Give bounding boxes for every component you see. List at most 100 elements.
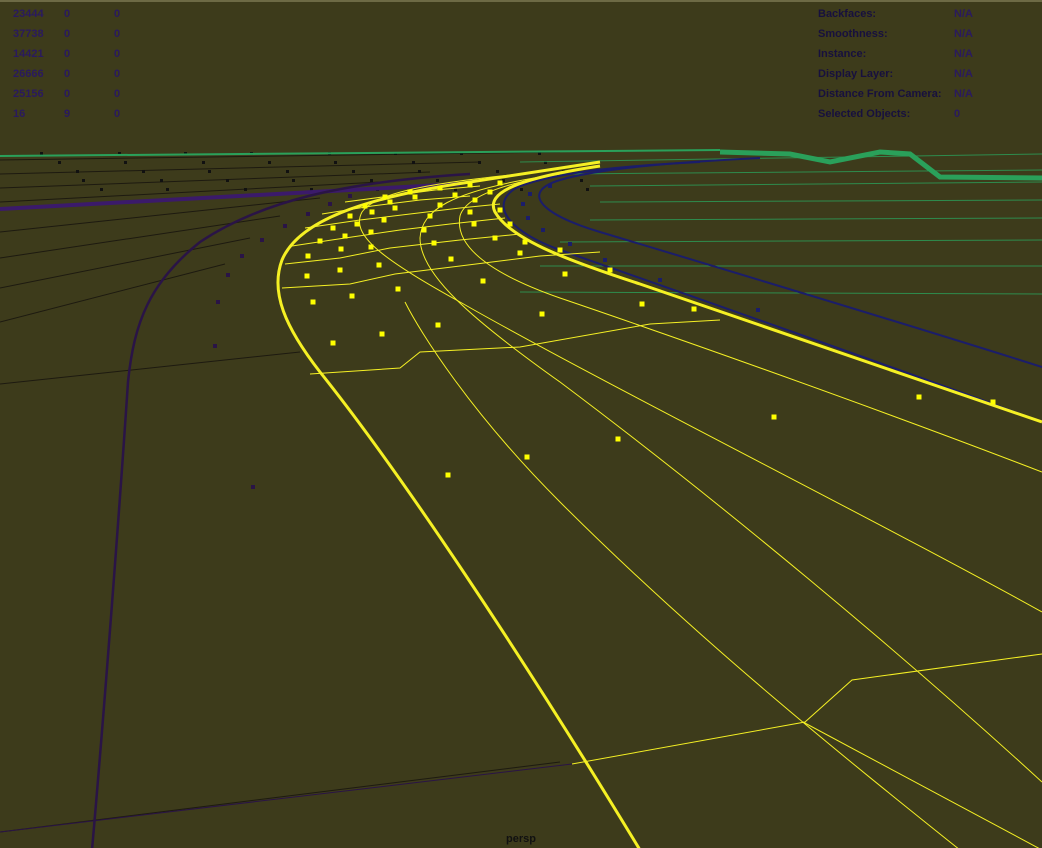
grid-dot: [202, 161, 205, 164]
stats-cell: 0: [114, 48, 121, 60]
info-row: Smoothness: N/A: [818, 24, 1014, 44]
info-label: Selected Objects:: [818, 108, 911, 120]
grid-dot: [82, 179, 85, 182]
selected-vertex: [412, 194, 418, 200]
grid-dot: [334, 161, 337, 164]
inner-vertex: [528, 192, 532, 196]
selected-vertex: [990, 399, 996, 405]
stats-cell: 23444: [13, 8, 44, 20]
info-value: N/A: [954, 8, 973, 20]
stats-cell: 0: [114, 68, 121, 80]
selected-vertex: [376, 262, 382, 268]
grid-line: [0, 761, 561, 833]
stats-cell: 0: [64, 88, 71, 100]
stats-cell: 0: [64, 8, 71, 20]
grid-dot: [418, 170, 421, 173]
green-mesh-line: [589, 181, 1042, 187]
info-value: N/A: [954, 28, 973, 40]
selected-vertex: [487, 189, 493, 195]
outer-vertex: [251, 485, 255, 489]
inner-track-curves[interactable]: [502, 157, 1042, 423]
ground-edge-line: [0, 763, 573, 833]
grid-dot: [478, 161, 481, 164]
selected-vertex: [916, 394, 922, 400]
inner-vertex: [568, 242, 572, 246]
stats-row: 23444 0 0: [13, 4, 144, 24]
selected-vertex: [497, 207, 503, 213]
info-value: N/A: [954, 88, 973, 100]
stats-cell: 16: [13, 108, 26, 120]
outer-vertex: [213, 344, 217, 348]
selected-vertex: [471, 221, 477, 227]
green-mesh-line: [519, 291, 1042, 295]
selected-vertex: [431, 240, 437, 246]
inner-vertex: [603, 258, 607, 262]
stats-cell: 9: [64, 108, 71, 120]
selected-vertex: [771, 414, 777, 420]
stats-row: 16 9 0: [13, 104, 144, 124]
selected-road-mesh[interactable]: [0, 160, 1042, 848]
selected-vertex: [337, 267, 343, 273]
selected-vertex: [691, 306, 697, 312]
selected-vertex: [437, 185, 443, 191]
perspective-viewport[interactable]: 23444 0 0 37738 0 0 14421 0 0 26666 0 0 25156 0 0 16 9 0 …: [0, 0, 1042, 848]
stats-cell: 0: [64, 48, 71, 60]
selected-vertex: [362, 203, 368, 209]
stats-cell: 0: [64, 68, 71, 80]
grid-dot: [244, 188, 247, 191]
selected-vertex: [539, 311, 545, 317]
green-mesh-line: [589, 217, 1042, 221]
grid-dot: [520, 188, 523, 191]
selected-vertex: [467, 209, 473, 215]
inner-vertex: [756, 308, 760, 312]
camera-name-label: persp: [506, 833, 536, 845]
background-grid-lines: [0, 151, 589, 833]
info-row: Backfaces: N/A: [818, 4, 1014, 24]
grid-line: [0, 237, 251, 289]
selected-vertex: [615, 436, 621, 442]
grid-line: [0, 263, 226, 323]
outer-vertex: [240, 254, 244, 258]
info-row: Display Layer: N/A: [818, 64, 1014, 84]
grid-dot: [166, 188, 169, 191]
grid-dot: [208, 170, 211, 173]
selected-vertex: [342, 233, 348, 239]
selected-vertex: [379, 331, 385, 337]
inner-vertex: [526, 216, 530, 220]
grid-dot: [496, 170, 499, 173]
selected-vertex: [480, 278, 486, 284]
selected-vertex: [517, 250, 523, 256]
info-label: Backfaces:: [818, 8, 877, 20]
grid-dot: [226, 179, 229, 182]
inner-vertex: [521, 202, 525, 206]
outer-vertex: [260, 238, 264, 242]
info-value: 0: [954, 108, 961, 120]
grid-dot: [160, 179, 163, 182]
grid-dot: [100, 188, 103, 191]
info-label: Smoothness:: [818, 28, 888, 40]
stats-cell: 0: [114, 8, 121, 20]
grid-dot: [352, 170, 355, 173]
info-label: Distance From Camera:: [818, 88, 942, 100]
selected-vertex: [445, 472, 451, 478]
selected-vertex: [354, 221, 360, 227]
green-mesh-line: [599, 199, 1042, 203]
selected-vertex: [427, 213, 433, 219]
stats-cell: 25156: [13, 88, 44, 100]
viewport-scene[interactable]: [0, 2, 1042, 848]
grid-dot: [142, 170, 145, 173]
outer-vertex: [348, 194, 352, 198]
stats-row: 14421 0 0: [13, 44, 144, 64]
info-row: Selected Objects: 0: [818, 104, 1014, 124]
grid-dot: [76, 170, 79, 173]
green-mesh-line: [559, 169, 1042, 175]
stats-cell: 0: [114, 28, 121, 40]
selected-vertex: [305, 253, 311, 259]
grid-line: [0, 215, 281, 259]
grid-line: [0, 351, 301, 385]
outer-vertex: [216, 300, 220, 304]
selected-vertex: [368, 229, 374, 235]
stats-cell: 0: [114, 108, 121, 120]
grid-dot: [268, 161, 271, 164]
selected-vertex: [338, 246, 344, 252]
